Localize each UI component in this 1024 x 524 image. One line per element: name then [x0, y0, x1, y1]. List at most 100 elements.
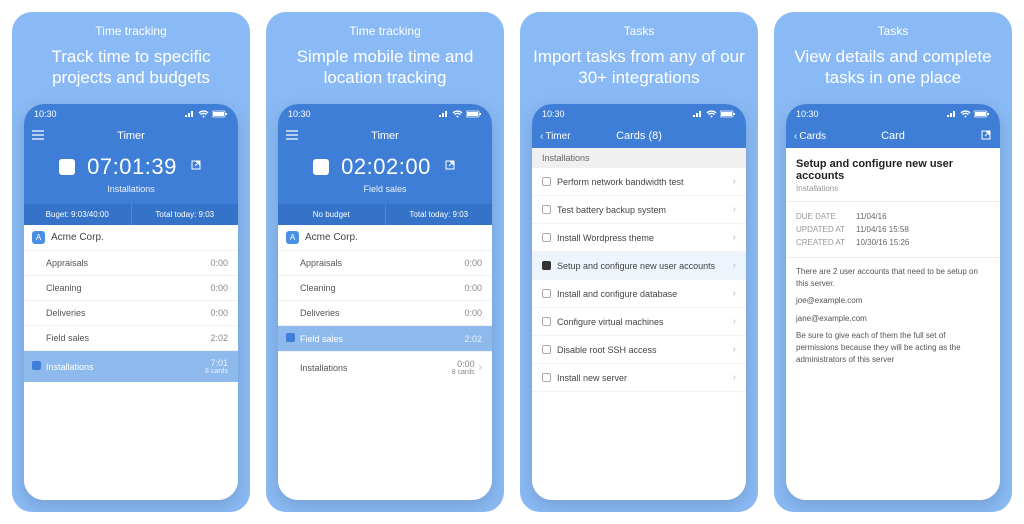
- project-row[interactable]: Deliveries0:00: [24, 300, 238, 325]
- hamburger-icon: [32, 130, 44, 143]
- task-row[interactable]: Install and configure database ›: [532, 280, 746, 308]
- project-row-selected[interactable]: Installations 7:018 cards: [24, 350, 238, 382]
- client-row[interactable]: A Acme Corp.: [24, 225, 238, 250]
- stop-button[interactable]: [313, 159, 329, 175]
- project-row[interactable]: Cleaning0:00: [24, 275, 238, 300]
- timer-value: 07:01:39: [87, 154, 177, 180]
- task-row[interactable]: Perform network bandwidth test›: [532, 168, 746, 196]
- info-bar: No budget Total today: 9:03: [278, 204, 492, 225]
- body-paragraph: There are 2 user accounts that need to b…: [796, 266, 990, 289]
- status-bar: 10:30: [24, 104, 238, 124]
- timer-value: 02:02:00: [341, 154, 431, 180]
- battery-icon: [974, 110, 990, 118]
- info-bar: Buget: 9:03/40:00 Total today: 9:03: [24, 204, 238, 225]
- task-row[interactable]: Install Wordpress theme ›: [532, 224, 746, 252]
- wifi-icon: [198, 110, 209, 118]
- menu-button[interactable]: [278, 124, 306, 148]
- status-bar: 10:30: [786, 104, 1000, 124]
- project-row-selected[interactable]: Field sales 2:02: [278, 325, 492, 351]
- wifi-icon: [452, 110, 463, 118]
- checkbox-icon[interactable]: [542, 289, 551, 298]
- chevron-right-icon: ›: [733, 288, 736, 299]
- chevron-left-icon: ‹: [540, 131, 543, 142]
- open-icon: [980, 129, 992, 144]
- project-row[interactable]: Deliveries0:00: [278, 300, 492, 325]
- task-row[interactable]: Install new server›: [532, 364, 746, 392]
- status-time: 10:30: [34, 109, 57, 119]
- status-bar: 10:30: [278, 104, 492, 124]
- phone-frame: 10:30 Timer 02:02:00 Field: [278, 104, 492, 500]
- client-name: Acme Corp.: [51, 232, 104, 243]
- project-list: A Acme Corp. Appraisals0:00 Cleaning0:00…: [278, 225, 492, 500]
- chevron-right-icon: ›: [733, 176, 736, 187]
- timer-hero: 02:02:00 Field sales: [278, 148, 492, 204]
- signal-icon: [947, 110, 957, 118]
- phone-frame: 10:30 ‹ Timer Cards (8) Installations Pe…: [532, 104, 746, 500]
- task-name: Install and configure database: [557, 289, 677, 299]
- navbar: Timer: [278, 124, 492, 148]
- detail-body: There are 2 user accounts that need to b…: [786, 258, 1000, 379]
- meta-row: UPDATED AT11/04/16 15:58: [796, 223, 990, 236]
- headline: Import tasks from any of our 30+ integra…: [530, 46, 748, 90]
- navbar: ‹ Timer Cards (8): [532, 124, 746, 148]
- checkbox-icon[interactable]: [542, 233, 551, 242]
- battery-icon: [212, 110, 228, 118]
- share-button[interactable]: [972, 124, 1000, 148]
- status-time: 10:30: [288, 109, 311, 119]
- task-name: Install Wordpress theme: [557, 233, 654, 243]
- body-paragraph: Be sure to give each of them the full se…: [796, 330, 990, 365]
- task-row[interactable]: Disable root SSH access›: [532, 336, 746, 364]
- back-label: Timer: [545, 131, 570, 142]
- category-label: Tasks: [624, 24, 655, 38]
- open-icon[interactable]: [443, 158, 457, 177]
- menu-button[interactable]: [24, 124, 52, 148]
- nav-title: Timer: [117, 130, 145, 142]
- stop-button[interactable]: [59, 159, 75, 175]
- checkbox-icon[interactable]: [542, 345, 551, 354]
- headline: Track time to specific projects and budg…: [22, 46, 240, 90]
- checkbox-icon[interactable]: [542, 373, 551, 382]
- task-row[interactable]: Test battery backup system›: [532, 196, 746, 224]
- status-bar: 10:30: [532, 104, 746, 124]
- project-row[interactable]: Field sales2:02: [24, 325, 238, 350]
- chevron-right-icon: ›: [733, 232, 736, 243]
- back-button[interactable]: ‹ Timer: [532, 124, 579, 148]
- chevron-right-icon: ›: [733, 372, 736, 383]
- client-row[interactable]: A Acme Corp.: [278, 225, 492, 250]
- wifi-icon: [960, 110, 971, 118]
- checkbox-icon[interactable]: [542, 177, 551, 186]
- meta-block: DUE DATE11/04/16UPDATED AT11/04/16 15:58…: [786, 202, 1000, 258]
- nav-title: Cards (8): [616, 130, 662, 142]
- back-button[interactable]: ‹ Cards: [786, 124, 834, 148]
- project-row[interactable]: Appraisals0:00: [278, 250, 492, 275]
- wifi-icon: [706, 110, 717, 118]
- chevron-right-icon: ›: [733, 344, 736, 355]
- task-row[interactable]: Configure virtual machines›: [532, 308, 746, 336]
- task-name: Test battery backup system: [557, 205, 666, 215]
- detail-view: Setup and configure new user accounts In…: [786, 148, 1000, 500]
- project-row[interactable]: Cleaning0:00: [278, 275, 492, 300]
- budget-label: No budget: [278, 204, 386, 225]
- chevron-right-icon: ›: [733, 260, 736, 271]
- status-time: 10:30: [796, 109, 819, 119]
- meta-row: CREATED AT10/30/16 15:26: [796, 236, 990, 249]
- body-paragraph: jane@example.com: [796, 313, 990, 325]
- task-name: Setup and configure new user accounts: [557, 261, 715, 271]
- battery-icon: [720, 110, 736, 118]
- battery-icon: [466, 110, 482, 118]
- project-row[interactable]: Appraisals0:00: [24, 250, 238, 275]
- promo-card-2: Time tracking Simple mobile time and loc…: [266, 12, 504, 512]
- task-row[interactable]: Setup and configure new user accounts ›: [532, 252, 746, 280]
- client-avatar: A: [32, 231, 45, 244]
- phone-frame: 10:30 ‹ Cards Card Setup and configure: [786, 104, 1000, 500]
- checkbox-icon[interactable]: [542, 261, 551, 270]
- open-icon[interactable]: [189, 158, 203, 177]
- checkbox-icon[interactable]: [542, 205, 551, 214]
- checkbox-icon[interactable]: [542, 317, 551, 326]
- nav-title: Card: [881, 130, 905, 142]
- total-label: Total today: 9:03: [132, 204, 239, 225]
- project-row[interactable]: Installations 0:008 cards ›: [278, 351, 492, 383]
- checkbox-icon: [286, 333, 295, 342]
- promo-card-3: Tasks Import tasks from any of our 30+ i…: [520, 12, 758, 512]
- headline: View details and complete tasks in one p…: [784, 46, 1002, 90]
